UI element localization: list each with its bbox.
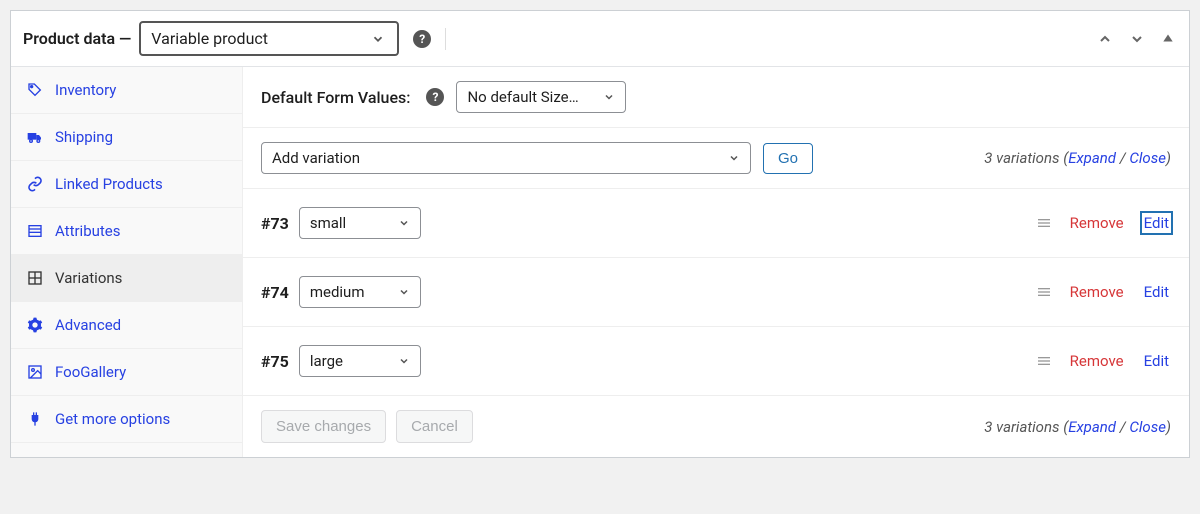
chevron-down-icon xyxy=(398,355,410,367)
variation-id: #75 xyxy=(261,352,289,371)
default-size-select[interactable]: No default Size… xyxy=(456,81,626,113)
variation-row: #74 medium Remove Edit xyxy=(243,258,1189,327)
variation-controls: Remove Edit xyxy=(1036,213,1171,233)
go-button[interactable]: Go xyxy=(763,143,813,174)
remove-variation-link[interactable]: Remove xyxy=(1070,214,1124,232)
variation-action-select[interactable]: Add variation xyxy=(261,142,751,174)
product-data-panel: Product data — Variable product ? Inv xyxy=(10,10,1190,458)
sidebar-item-label: Variations xyxy=(55,269,122,287)
divider xyxy=(445,28,446,50)
sidebar-item-foogallery[interactable]: FooGallery xyxy=(11,349,242,396)
list-icon xyxy=(27,223,45,239)
remove-variation-link[interactable]: Remove xyxy=(1070,283,1124,301)
help-icon[interactable]: ? xyxy=(413,30,431,48)
sidebar-item-label: Inventory xyxy=(55,81,116,99)
grid-icon xyxy=(27,270,45,286)
chevron-down-icon xyxy=(728,152,740,164)
variations-count-text: 3 variations xyxy=(984,149,1059,167)
variation-attribute-select[interactable]: medium xyxy=(299,276,421,308)
variation-controls: Remove Edit xyxy=(1036,282,1171,302)
expand-all-link[interactable]: Expand xyxy=(1068,149,1116,167)
sidebar-item-label: Linked Products xyxy=(55,175,163,193)
expand-all-link[interactable]: Expand xyxy=(1068,418,1116,436)
sidebar-item-linked-products[interactable]: Linked Products xyxy=(11,161,242,208)
variation-row: #75 large Remove Edit xyxy=(243,327,1189,396)
main-content: Default Form Values: ? No default Size… … xyxy=(243,67,1189,457)
close-all-link[interactable]: Close xyxy=(1129,418,1166,436)
drag-handle-icon[interactable] xyxy=(1036,284,1052,300)
variation-attribute-select[interactable]: large xyxy=(299,345,421,377)
remove-variation-link[interactable]: Remove xyxy=(1070,352,1124,370)
variation-row: #73 small Remove Edit xyxy=(243,189,1189,258)
variations-count-text: 3 variations xyxy=(984,418,1059,436)
variation-controls: Remove Edit xyxy=(1036,351,1171,371)
sidebar-item-inventory[interactable]: Inventory xyxy=(11,67,242,114)
panel-title: Product data — xyxy=(23,29,131,48)
chevron-down-icon xyxy=(398,286,410,298)
sidebar-item-advanced[interactable]: Advanced xyxy=(11,302,242,349)
panel-body: Inventory Shipping Linked Products Attri… xyxy=(11,67,1189,457)
chevron-down-icon xyxy=(371,32,385,46)
save-changes-button[interactable]: Save changes xyxy=(261,410,386,443)
sidebar-item-label: Attributes xyxy=(55,222,121,240)
gear-icon xyxy=(27,317,45,333)
move-down-button[interactable] xyxy=(1127,29,1147,49)
gallery-icon xyxy=(27,364,45,380)
default-form-values-row: Default Form Values: ? No default Size… xyxy=(243,67,1189,128)
sidebar-item-label: Advanced xyxy=(55,316,121,334)
toggle-panel-button[interactable] xyxy=(1159,29,1177,49)
sidebar: Inventory Shipping Linked Products Attri… xyxy=(11,67,243,457)
sidebar-item-label: FooGallery xyxy=(55,363,126,381)
drag-handle-icon[interactable] xyxy=(1036,215,1052,231)
default-size-value: No default Size… xyxy=(467,88,578,106)
edit-variation-link[interactable]: Edit xyxy=(1142,282,1171,302)
help-icon[interactable]: ? xyxy=(426,88,444,106)
tag-icon xyxy=(27,82,45,98)
variation-attribute-select[interactable]: small xyxy=(299,207,421,239)
header-controls xyxy=(1095,29,1177,49)
sidebar-item-label: Shipping xyxy=(55,128,113,146)
default-values-label: Default Form Values: xyxy=(261,88,410,107)
edit-variation-link[interactable]: Edit xyxy=(1142,213,1171,233)
sidebar-item-shipping[interactable]: Shipping xyxy=(11,114,242,161)
variation-attribute-value: medium xyxy=(310,283,365,301)
move-up-button[interactable] xyxy=(1095,29,1115,49)
variation-attribute-value: large xyxy=(310,352,343,370)
product-type-value: Variable product xyxy=(151,29,268,48)
sidebar-item-get-more-options[interactable]: Get more options xyxy=(11,396,242,443)
variations-summary-footer: 3 variations (Expand / Close) xyxy=(984,418,1171,436)
truck-icon xyxy=(27,129,45,145)
cancel-button[interactable]: Cancel xyxy=(396,410,473,443)
chevron-down-icon xyxy=(398,217,410,229)
chevron-down-icon xyxy=(603,91,615,103)
variation-action-value: Add variation xyxy=(272,149,360,167)
close-all-link[interactable]: Close xyxy=(1129,149,1166,167)
variations-summary: 3 variations (Expand / Close) xyxy=(984,149,1171,167)
drag-handle-icon[interactable] xyxy=(1036,353,1052,369)
sidebar-item-label: Get more options xyxy=(55,410,170,428)
variations-footer: Save changes Cancel 3 variations (Expand… xyxy=(243,396,1189,457)
edit-variation-link[interactable]: Edit xyxy=(1142,351,1171,371)
product-type-select[interactable]: Variable product xyxy=(139,21,399,56)
sidebar-item-attributes[interactable]: Attributes xyxy=(11,208,242,255)
variation-attribute-value: small xyxy=(310,214,346,232)
panel-header: Product data — Variable product ? xyxy=(11,11,1189,67)
variation-action-bar: Add variation Go 3 variations (Expand / … xyxy=(243,128,1189,189)
variation-id: #74 xyxy=(261,283,289,302)
sidebar-item-variations[interactable]: Variations xyxy=(11,255,242,302)
variation-id: #73 xyxy=(261,214,289,233)
link-icon xyxy=(27,176,45,192)
plug-icon xyxy=(27,411,45,427)
